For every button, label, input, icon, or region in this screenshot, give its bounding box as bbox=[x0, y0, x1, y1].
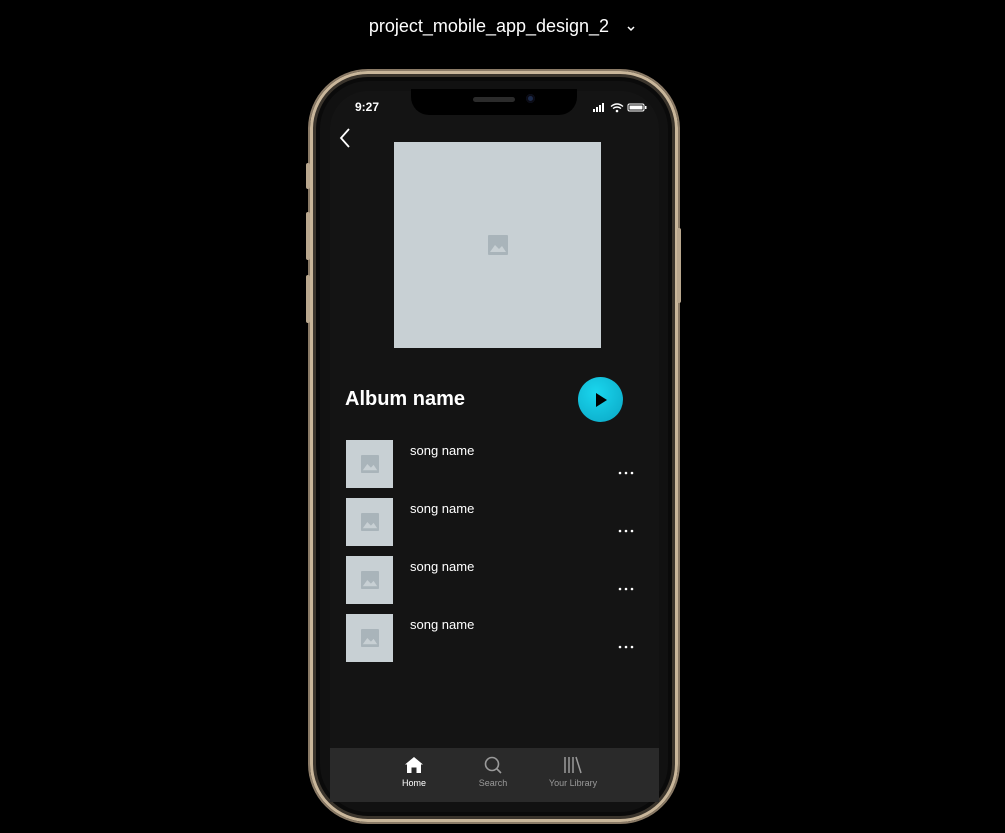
image-placeholder-icon bbox=[360, 571, 379, 589]
home-icon bbox=[405, 757, 423, 773]
volume-up-button bbox=[306, 212, 310, 260]
chevron-down-icon bbox=[626, 15, 636, 39]
mute-switch bbox=[306, 163, 310, 189]
song-row[interactable]: song name bbox=[346, 614, 636, 662]
more-options-icon[interactable] bbox=[618, 636, 634, 654]
image-placeholder-icon bbox=[360, 513, 379, 531]
project-title-dropdown[interactable]: project_mobile_app_design_2 bbox=[0, 14, 1005, 39]
volume-down-button bbox=[306, 275, 310, 323]
play-button[interactable] bbox=[578, 377, 623, 422]
status-time: 9:27 bbox=[355, 100, 380, 114]
play-icon bbox=[595, 392, 607, 407]
song-name: song name bbox=[410, 501, 475, 516]
song-thumbnail bbox=[346, 498, 393, 546]
wifi-icon bbox=[610, 103, 624, 110]
song-thumbnail bbox=[346, 440, 393, 488]
tab-library-label: Your Library bbox=[548, 778, 598, 788]
library-icon bbox=[564, 756, 582, 774]
song-name: song name bbox=[410, 559, 475, 574]
tab-home-label: Home bbox=[401, 778, 426, 788]
more-options-icon[interactable] bbox=[618, 578, 634, 596]
signal-icon bbox=[593, 103, 604, 112]
song-thumbnail bbox=[346, 556, 393, 604]
back-button[interactable] bbox=[338, 126, 354, 155]
bottom-tab-bar: Home Search Your Library bbox=[330, 748, 659, 802]
power-button bbox=[677, 228, 681, 303]
image-placeholder-icon bbox=[360, 455, 379, 473]
search-icon bbox=[484, 756, 502, 774]
more-options-icon[interactable] bbox=[618, 462, 634, 480]
song-row[interactable]: song name bbox=[346, 440, 636, 488]
status-icons bbox=[593, 101, 647, 119]
song-row[interactable]: song name bbox=[346, 498, 636, 546]
album-cover bbox=[394, 142, 601, 348]
image-placeholder-icon bbox=[360, 629, 379, 647]
tab-search[interactable]: Search bbox=[458, 756, 528, 788]
song-name: song name bbox=[410, 443, 475, 458]
more-options-icon[interactable] bbox=[618, 520, 634, 538]
battery-icon bbox=[627, 103, 647, 112]
tab-library[interactable]: Your Library bbox=[538, 756, 608, 788]
chevron-left-icon bbox=[339, 128, 350, 148]
tab-search-label: Search bbox=[478, 778, 508, 788]
notch bbox=[411, 89, 577, 115]
tab-home[interactable]: Home bbox=[379, 756, 449, 788]
front-camera bbox=[526, 94, 535, 103]
speaker bbox=[473, 97, 515, 102]
project-title: project_mobile_app_design_2 bbox=[368, 16, 610, 36]
song-thumbnail bbox=[346, 614, 393, 662]
image-placeholder-icon bbox=[487, 235, 508, 255]
song-row[interactable]: song name bbox=[346, 556, 636, 604]
song-name: song name bbox=[410, 617, 475, 632]
album-name: Album name bbox=[345, 388, 466, 410]
